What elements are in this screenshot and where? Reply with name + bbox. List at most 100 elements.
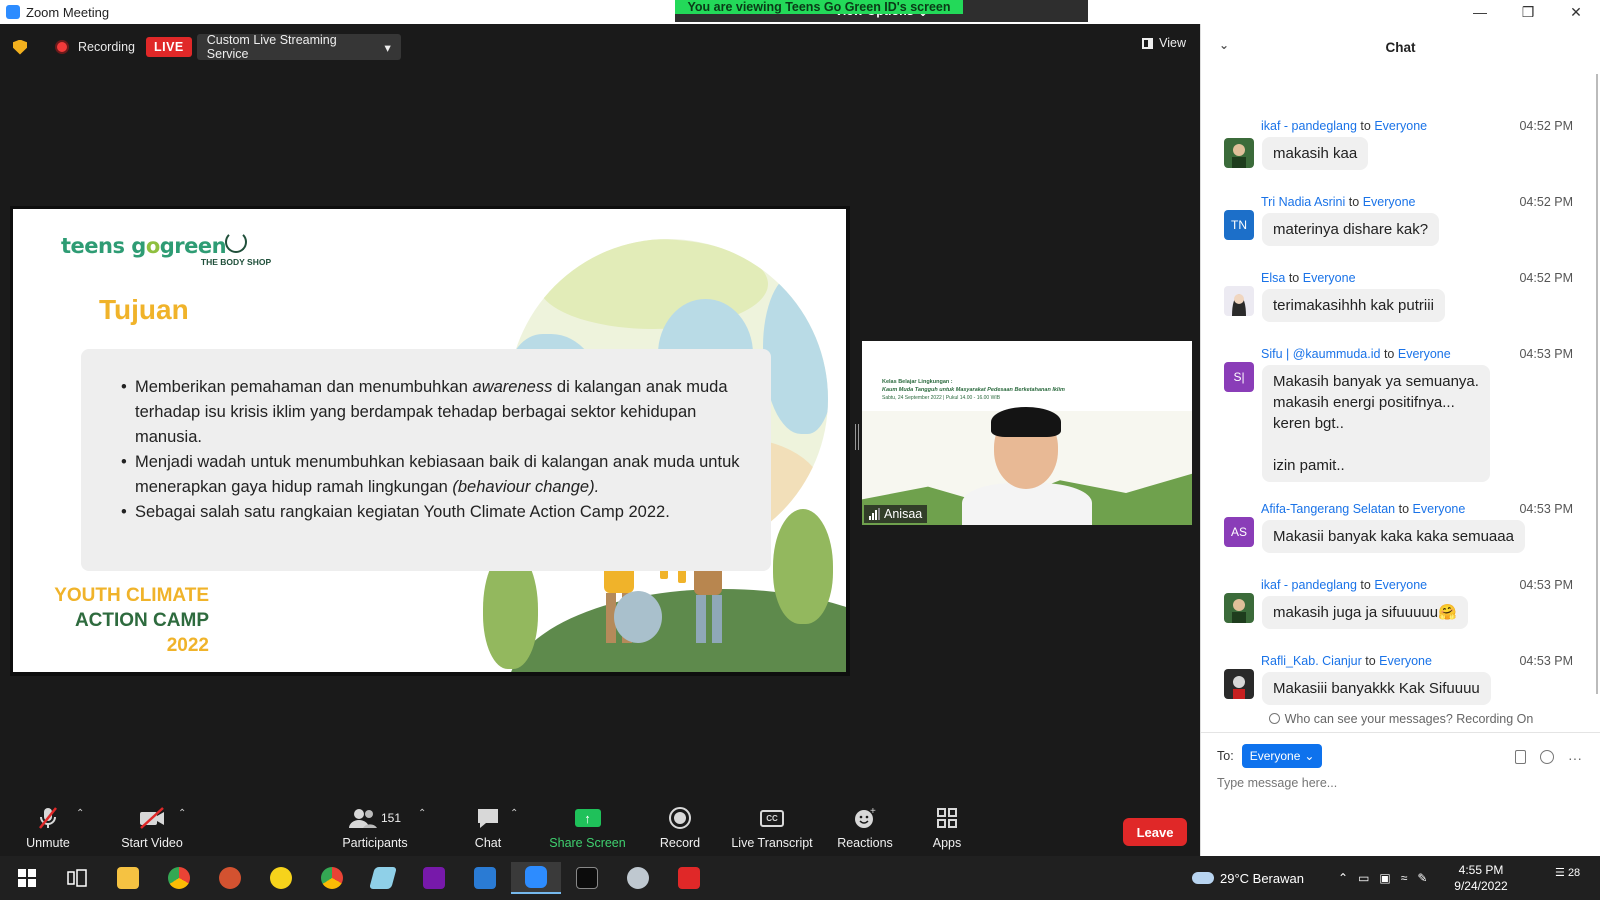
message-bubble: makasih kaa: [1262, 137, 1369, 170]
to-label: To:: [1217, 749, 1234, 763]
live-transcript-button[interactable]: CC Live Transcript: [727, 804, 817, 850]
more-options-icon[interactable]: ···: [1568, 750, 1582, 766]
chat-title: Chat: [1385, 39, 1416, 55]
notes-taskbar-icon[interactable]: [358, 862, 408, 894]
svg-text:+: +: [870, 806, 876, 817]
participant-name-label: Anisaa: [864, 505, 928, 523]
reactions-emoji-icon: +: [830, 804, 900, 832]
windows-taskbar: 29°C Berawan ⌃ ▭ ▣ ≈ ✎ 4:55 PM 9/24/2022…: [0, 856, 1600, 900]
participant-video[interactable]: Kelas Belajar Lingkungan : Kaum Muda Tan…: [862, 341, 1192, 525]
unmute-button[interactable]: Unmute: [18, 804, 78, 850]
zoom-taskbar-icon[interactable]: [511, 862, 561, 894]
tray-chevron-up-icon[interactable]: ⌃: [1338, 871, 1348, 885]
system-clock[interactable]: 4:55 PM 9/24/2022: [1441, 862, 1521, 894]
objectives-box: Memberikan pemahaman dan menumbuhkan awa…: [81, 349, 771, 571]
microphone-muted-icon: [18, 804, 78, 832]
slide-title: Tujuan: [99, 294, 189, 325]
meeting-toolbar: Unmute ⌃ Start Video ⌃ 151 Participants …: [0, 800, 1200, 856]
avatar: [1224, 593, 1254, 623]
chat-options-caret[interactable]: ⌃: [510, 808, 518, 819]
stream-service-label: Custom Live Streaming Service: [206, 33, 337, 61]
clock-date: 9/24/2022: [1454, 879, 1508, 893]
file-explorer-taskbar-icon[interactable]: [103, 862, 153, 894]
message-bubble: Makasii banyak kaka kaka semuaaa: [1262, 520, 1525, 553]
objective-item: Menjadi wadah untuk menumbuhkan kebiasaa…: [121, 450, 741, 500]
signal-strength-icon: [869, 507, 880, 520]
powerpoint-taskbar-icon[interactable]: [205, 862, 255, 894]
cloud-icon: [1192, 872, 1214, 884]
video-options-caret[interactable]: ⌃: [178, 808, 186, 819]
leave-button[interactable]: Leave: [1123, 818, 1187, 846]
terminal-taskbar-icon[interactable]: [562, 862, 612, 894]
reactions-button[interactable]: + Reactions: [830, 804, 900, 850]
view-button[interactable]: View: [1142, 36, 1186, 50]
participants-button[interactable]: 151 Participants: [335, 804, 415, 850]
system-tray: ⌃ ▭ ▣ ≈ ✎: [1338, 856, 1427, 900]
notification-icon: ☰: [1555, 867, 1565, 879]
clock-time: 4:55 PM: [1458, 863, 1504, 877]
chat-scrollbar[interactable]: [1592, 74, 1598, 724]
battery-icon[interactable]: ▭: [1358, 871, 1369, 885]
apps-button[interactable]: Apps: [922, 804, 972, 850]
closed-caption-icon: CC: [760, 809, 784, 827]
avatar: [1224, 669, 1254, 699]
stream-service-dropdown[interactable]: Custom Live Streaming Service ▾: [196, 33, 401, 61]
message-bubble: terimakasihhh kak putriii: [1262, 289, 1445, 322]
chat-button[interactable]: Chat: [458, 804, 518, 850]
app-taskbar-icon[interactable]: [256, 862, 306, 894]
avatar: AS: [1224, 517, 1254, 547]
view-layout-icon: [1142, 37, 1154, 49]
zoom-app-icon: [6, 5, 20, 19]
avatar: [1224, 138, 1254, 168]
windows-logo-icon: [18, 869, 36, 887]
chat-message-list[interactable]: ikaf - pandeglang to Everyone 04:52 PM m…: [1201, 70, 1593, 710]
live-badge: LIVE: [145, 37, 192, 57]
body-shop-logo: THE BODY SHOP: [196, 231, 276, 267]
wifi-icon[interactable]: ≈: [1401, 871, 1408, 885]
avatar: TN: [1224, 210, 1254, 240]
chrome-taskbar-icon[interactable]: [154, 862, 204, 894]
file-icon[interactable]: [1515, 750, 1526, 764]
pen-icon[interactable]: ✎: [1417, 871, 1427, 885]
panel-resize-handle[interactable]: [855, 424, 859, 450]
record-button[interactable]: Record: [650, 804, 710, 850]
meeting-area: Recording LIVE Custom Live Streaming Ser…: [0, 24, 1200, 856]
view-label: View: [1159, 36, 1186, 50]
restore-button[interactable]: ❒: [1504, 0, 1552, 24]
minimize-button[interactable]: —: [1456, 0, 1504, 24]
onenote-taskbar-icon[interactable]: [409, 862, 459, 894]
chat-message-input[interactable]: [1217, 776, 1577, 790]
chat-header: ⌄ Chat: [1201, 24, 1600, 70]
notification-center-button[interactable]: ☰ 28: [1555, 866, 1583, 890]
task-view-button[interactable]: [52, 862, 102, 894]
apps-grid-icon: [922, 804, 972, 832]
shared-screen: teens gogreen THE BODY SHOP Tujuan • Mem…: [10, 206, 850, 676]
message-visibility-notice[interactable]: Who can see your messages? Recording On: [1201, 712, 1600, 726]
viewing-banner-text: You are viewing Teens Go Green ID's scre…: [675, 0, 963, 14]
participant-name: Anisaa: [884, 507, 923, 521]
share-screen-button[interactable]: ↑ Share Screen: [545, 804, 630, 850]
app-disk-taskbar-icon[interactable]: [613, 862, 663, 894]
pdf-taskbar-icon[interactable]: [664, 862, 714, 894]
emoji-icon[interactable]: [1540, 750, 1554, 764]
message-bubble: Makasih banyak ya semuanya. makasih ener…: [1262, 365, 1490, 482]
audio-options-caret[interactable]: ⌃: [76, 808, 84, 819]
avatar: [1224, 286, 1254, 316]
security-shield-icon[interactable]: [13, 39, 27, 55]
weather-text: 29°C Berawan: [1220, 870, 1304, 886]
recipient-dropdown[interactable]: Everyone ⌄: [1241, 744, 1323, 768]
collapse-chat-chevron-icon[interactable]: ⌄: [1219, 38, 1229, 52]
participants-count: 151: [380, 811, 402, 825]
share-screen-icon: ↑: [574, 809, 601, 827]
message-bubble: Makasiii banyakkk Kak Sifuuuu: [1262, 672, 1491, 705]
photos-taskbar-icon[interactable]: [460, 862, 510, 894]
weather-widget[interactable]: 29°C Berawan: [1192, 856, 1304, 900]
participants-options-caret[interactable]: ⌃: [418, 808, 426, 819]
divider: [1201, 732, 1600, 733]
start-button[interactable]: [2, 862, 52, 894]
display-icon[interactable]: ▣: [1379, 871, 1390, 885]
chevron-down-icon: ⌄: [1304, 749, 1315, 763]
close-button[interactable]: ✕: [1552, 0, 1600, 24]
chrome-profile-taskbar-icon[interactable]: [307, 862, 357, 894]
recording-label[interactable]: Recording: [78, 40, 135, 54]
